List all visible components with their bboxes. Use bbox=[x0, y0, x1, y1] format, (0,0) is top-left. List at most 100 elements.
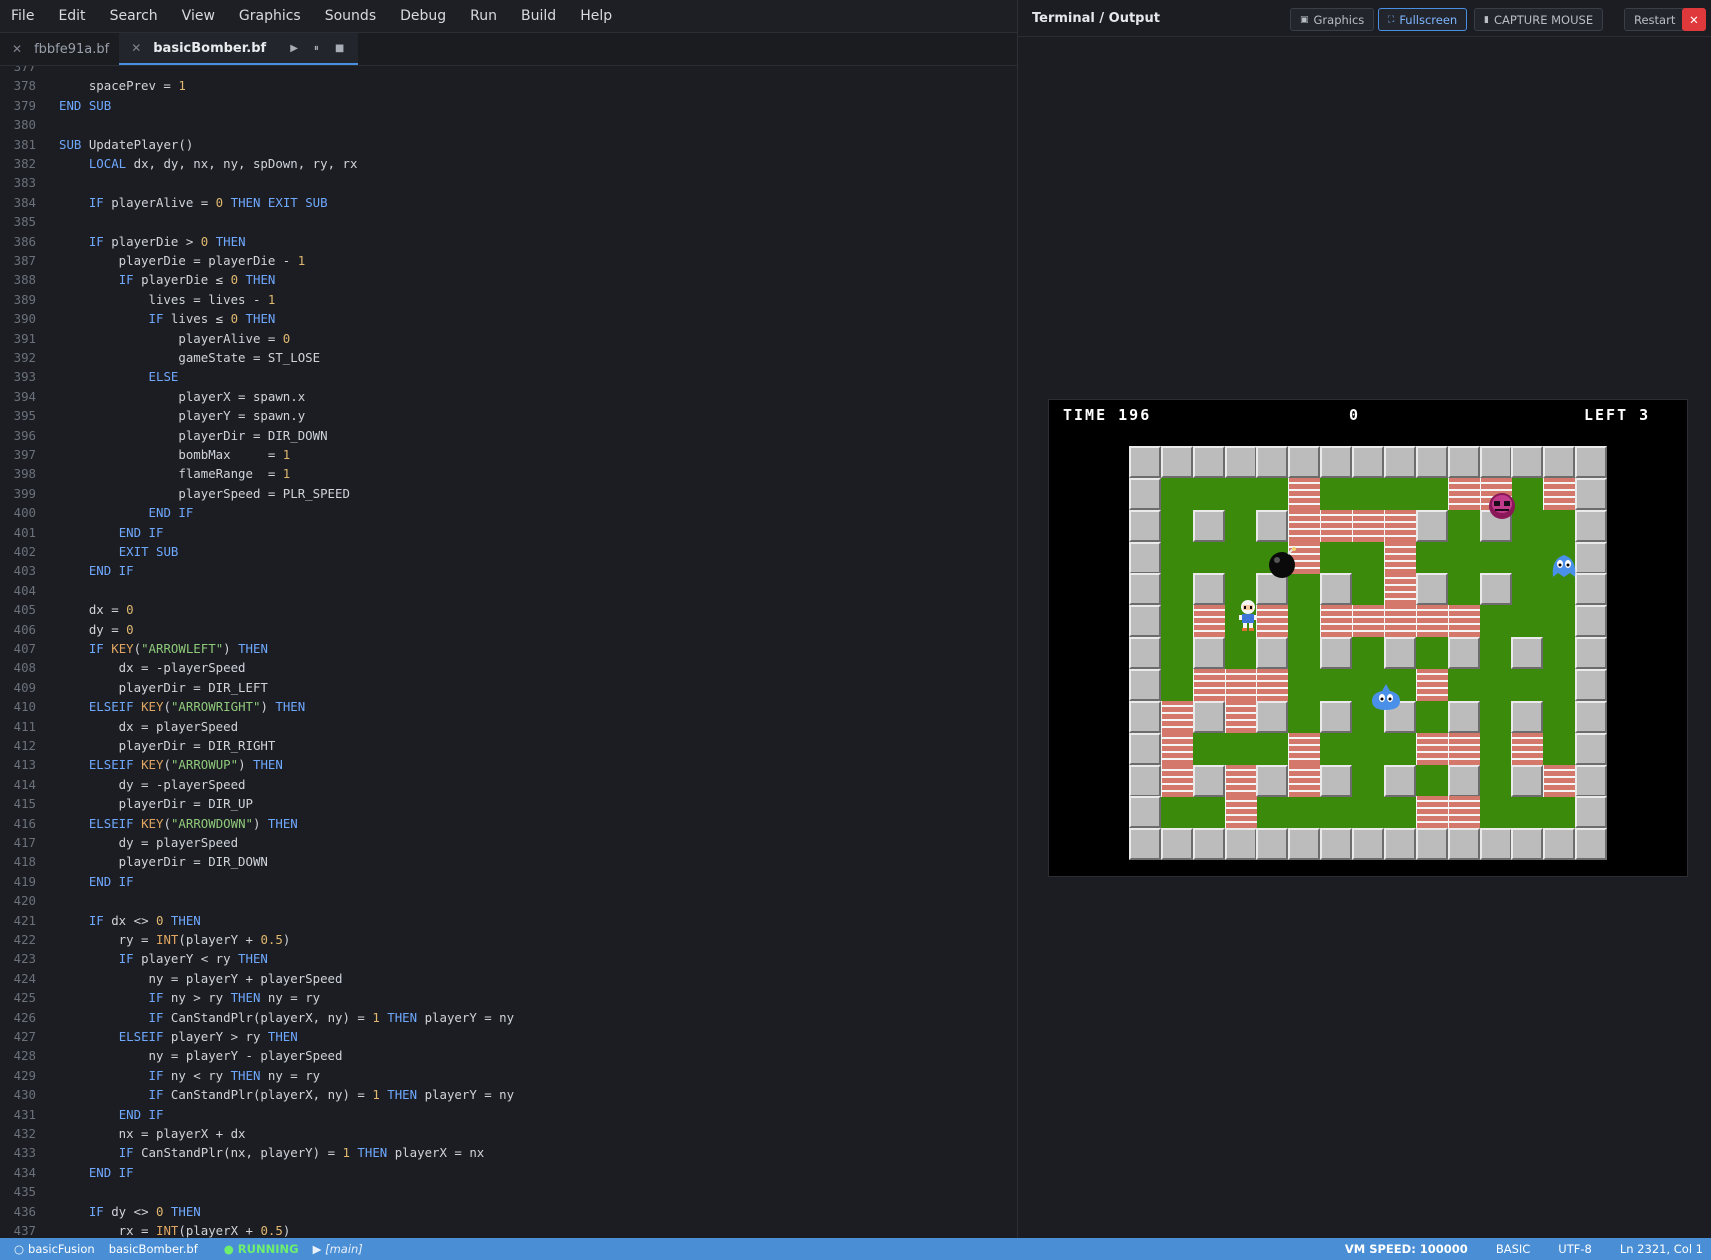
status-encoding[interactable]: UTF-8 bbox=[1558, 1242, 1592, 1256]
code-line[interactable]: 390 IF lives ≤ 0 THEN bbox=[0, 309, 1017, 328]
code-line[interactable]: 377 bbox=[0, 66, 1017, 76]
menu-search[interactable]: Search bbox=[110, 8, 158, 24]
code-line[interactable]: 391 playerAlive = 0 bbox=[0, 329, 1017, 348]
menu-build[interactable]: Build bbox=[521, 8, 556, 24]
status-language[interactable]: BASIC bbox=[1496, 1242, 1530, 1256]
code-line[interactable]: 387 playerDie = playerDie - 1 bbox=[0, 251, 1017, 270]
code-line[interactable]: 425 IF ny > ry THEN ny = ry bbox=[0, 988, 1017, 1007]
tab-basicbomber[interactable]: ✕ basicBomber.bf bbox=[119, 33, 277, 65]
code-line[interactable]: 409 playerDir = DIR_LEFT bbox=[0, 678, 1017, 697]
code-line[interactable]: 417 dy = playerSpeed bbox=[0, 833, 1017, 852]
code-line[interactable]: 404 bbox=[0, 581, 1017, 600]
code-line[interactable]: 407 IF KEY("ARROWLEFT") THEN bbox=[0, 639, 1017, 658]
code-text: END IF bbox=[88, 873, 134, 889]
code-line[interactable]: 436 IF dy <> 0 THEN bbox=[0, 1202, 1017, 1221]
code-line[interactable]: 423 IF playerY < ry THEN bbox=[0, 949, 1017, 968]
code-line[interactable]: 414 dy = -playerSpeed bbox=[0, 775, 1017, 794]
code-line[interactable]: 398 flameRange = 1 bbox=[0, 464, 1017, 483]
status-cursor-position[interactable]: Ln 2321, Col 1 bbox=[1620, 1242, 1703, 1256]
menu-graphics[interactable]: Graphics bbox=[239, 8, 301, 24]
status-project[interactable]: basicFusion bbox=[28, 1242, 95, 1256]
code-line[interactable]: 415 playerDir = DIR_UP bbox=[0, 794, 1017, 813]
code-line[interactable]: 381 SUB UpdatePlayer() bbox=[0, 135, 1017, 154]
code-line[interactable]: 392 gameState = ST_LOSE bbox=[0, 348, 1017, 367]
restart-button[interactable]: Restart bbox=[1624, 8, 1686, 31]
code-line[interactable]: 424 ny = playerY + playerSpeed bbox=[0, 969, 1017, 988]
menu-view[interactable]: View bbox=[182, 8, 215, 24]
code-line[interactable]: 420 bbox=[0, 891, 1017, 910]
code-line[interactable]: 380 bbox=[0, 115, 1017, 134]
stone-block bbox=[1479, 573, 1512, 606]
code-line[interactable]: 379 END SUB bbox=[0, 96, 1017, 115]
code-line[interactable]: 421 IF dx <> 0 THEN bbox=[0, 911, 1017, 930]
stone-block bbox=[1256, 764, 1289, 797]
code-line[interactable]: 411 dx = playerSpeed bbox=[0, 717, 1017, 736]
code-line[interactable]: 385 bbox=[0, 212, 1017, 231]
code-line[interactable]: 422 ry = INT(playerY + 0.5) bbox=[0, 930, 1017, 949]
code-line[interactable]: 430 IF CanStandPlr(playerX, ny) = 1 THEN… bbox=[0, 1085, 1017, 1104]
game-canvas[interactable]: TIME 196 0 LEFT 3 bbox=[1048, 399, 1688, 877]
code-line[interactable]: 397 bombMax = 1 bbox=[0, 445, 1017, 464]
code-line[interactable]: 389 lives = lives - 1 bbox=[0, 290, 1017, 309]
code-line[interactable]: 433 IF CanStandPlr(nx, playerY) = 1 THEN… bbox=[0, 1143, 1017, 1162]
code-line[interactable]: 382 LOCAL dx, dy, nx, ny, spDown, ry, rx bbox=[0, 154, 1017, 173]
code-line[interactable]: 393 ELSE bbox=[0, 367, 1017, 386]
pause-icon[interactable]: ⏸ bbox=[314, 43, 319, 54]
code-line[interactable]: 402 EXIT SUB bbox=[0, 542, 1017, 561]
menu-help[interactable]: Help bbox=[580, 8, 612, 24]
status-vm-speed[interactable]: VM SPEED: 100000 bbox=[1345, 1242, 1468, 1256]
play-icon[interactable]: ▶ bbox=[290, 43, 298, 54]
code-line[interactable]: 426 IF CanStandPlr(playerX, ny) = 1 THEN… bbox=[0, 1008, 1017, 1027]
code-line[interactable]: 399 playerSpeed = PLR_SPEED bbox=[0, 484, 1017, 503]
code-line[interactable]: 406 dy = 0 bbox=[0, 620, 1017, 639]
close-icon[interactable]: ✕ bbox=[131, 41, 141, 55]
menu-edit[interactable]: Edit bbox=[58, 8, 85, 24]
graphics-button[interactable]: ▣ Graphics bbox=[1290, 8, 1375, 31]
code-line[interactable]: 419 END IF bbox=[0, 872, 1017, 891]
stone-block bbox=[1129, 509, 1161, 542]
code-line[interactable]: 427 ELSEIF playerY > ry THEN bbox=[0, 1027, 1017, 1046]
menu-run[interactable]: Run bbox=[470, 8, 497, 24]
code-line[interactable]: 418 playerDir = DIR_DOWN bbox=[0, 852, 1017, 871]
stone-block bbox=[1447, 637, 1480, 670]
code-line[interactable]: 378 spacePrev = 1 bbox=[0, 76, 1017, 95]
code-line[interactable]: 431 END IF bbox=[0, 1105, 1017, 1124]
code-line[interactable]: 434 END IF bbox=[0, 1163, 1017, 1182]
tab-fbbfe91a[interactable]: ✕ fbbfe91a.bf bbox=[0, 33, 119, 65]
menu-debug[interactable]: Debug bbox=[400, 8, 446, 24]
graphics-button-label: Graphics bbox=[1313, 12, 1365, 27]
line-number: 433 bbox=[13, 1145, 36, 1161]
stop-icon[interactable]: ■ bbox=[335, 43, 344, 54]
line-number: 405 bbox=[13, 602, 36, 618]
code-line[interactable]: 383 bbox=[0, 173, 1017, 192]
code-line[interactable]: 428 ny = playerY - playerSpeed bbox=[0, 1046, 1017, 1065]
code-line[interactable]: 410 ELSEIF KEY("ARROWRIGHT") THEN bbox=[0, 697, 1017, 716]
code-line[interactable]: 429 IF ny < ry THEN ny = ry bbox=[0, 1066, 1017, 1085]
code-line[interactable]: 388 IF playerDie ≤ 0 THEN bbox=[0, 270, 1017, 289]
code-line[interactable]: 384 IF playerAlive = 0 THEN EXIT SUB bbox=[0, 193, 1017, 212]
code-line[interactable]: 405 dx = 0 bbox=[0, 600, 1017, 619]
code-line[interactable]: 401 END IF bbox=[0, 523, 1017, 542]
capture-mouse-button[interactable]: ▮ CAPTURE MOUSE bbox=[1474, 8, 1604, 31]
code-line[interactable]: 416 ELSEIF KEY("ARROWDOWN") THEN bbox=[0, 814, 1017, 833]
fullscreen-button[interactable]: ⛶ Fullscreen bbox=[1378, 8, 1468, 31]
code-line[interactable]: 413 ELSEIF KEY("ARROWUP") THEN bbox=[0, 755, 1017, 774]
code-editor[interactable]: 377 378 spacePrev = 1 379 END SUB 380 381 SUB … bbox=[0, 66, 1017, 1238]
close-icon[interactable]: ✕ bbox=[12, 42, 22, 56]
menu-file[interactable]: File bbox=[11, 8, 34, 24]
code-line[interactable]: 400 END IF bbox=[0, 503, 1017, 522]
code-line[interactable]: 435 bbox=[0, 1182, 1017, 1201]
code-line[interactable]: 408 dx = -playerSpeed bbox=[0, 658, 1017, 677]
menu-sounds[interactable]: Sounds bbox=[325, 8, 376, 24]
code-text: END IF bbox=[88, 563, 134, 579]
code-line[interactable]: 412 playerDir = DIR_RIGHT bbox=[0, 736, 1017, 755]
code-line[interactable]: 395 playerY = spawn.y bbox=[0, 406, 1017, 425]
code-line[interactable]: 386 IF playerDie > 0 THEN bbox=[0, 232, 1017, 251]
code-line[interactable]: 437 rx = INT(playerX + 0.5) bbox=[0, 1221, 1017, 1238]
code-line[interactable]: 394 playerX = spawn.x bbox=[0, 387, 1017, 406]
code-line[interactable]: 432 nx = playerX + dx bbox=[0, 1124, 1017, 1143]
line-number: 406 bbox=[13, 621, 36, 637]
code-line[interactable]: 403 END IF bbox=[0, 561, 1017, 580]
close-terminal-button[interactable]: ✕ bbox=[1682, 8, 1706, 31]
code-line[interactable]: 396 playerDir = DIR_DOWN bbox=[0, 426, 1017, 445]
